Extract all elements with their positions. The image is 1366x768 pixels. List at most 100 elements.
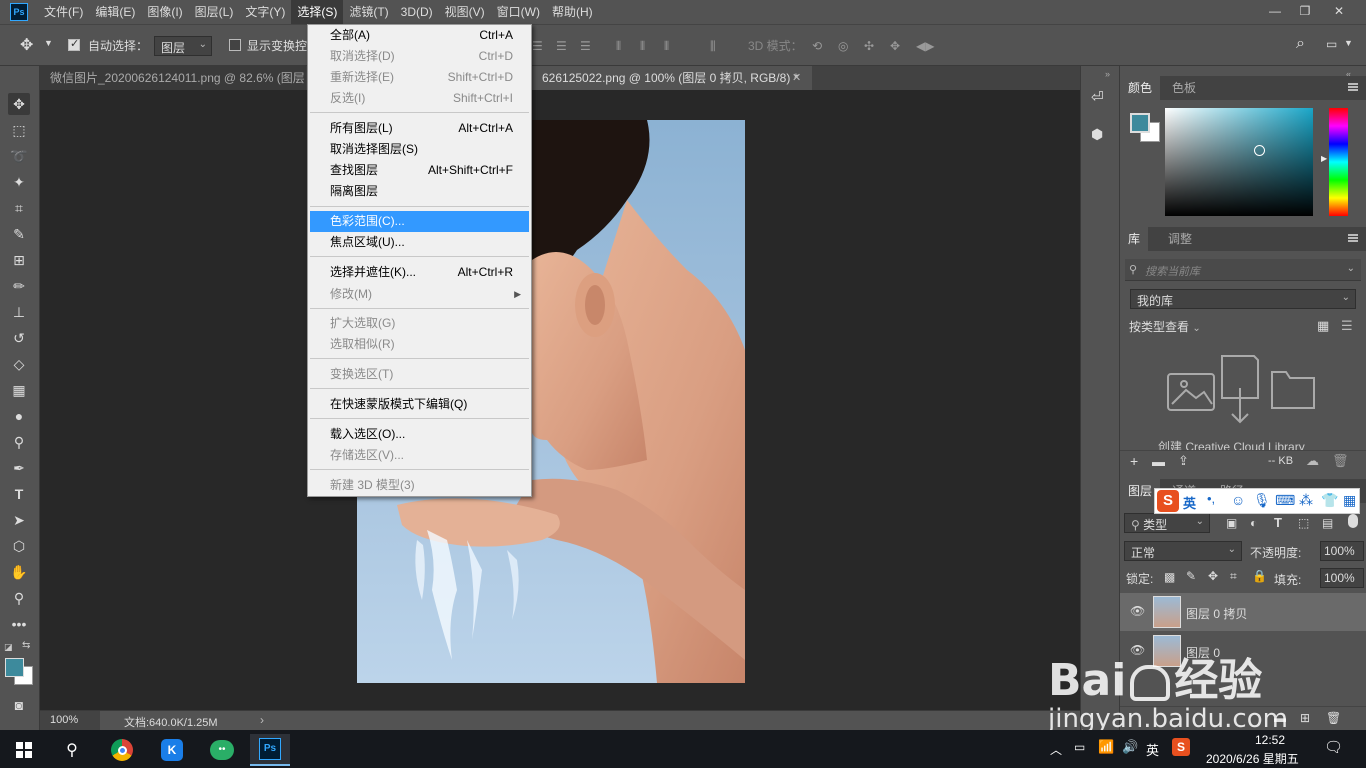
emoji-icon[interactable]: ☺ bbox=[1231, 492, 1245, 508]
lock-artboard-icon[interactable]: ⌗ bbox=[1230, 569, 1237, 584]
lock-position-icon[interactable]: ✥ bbox=[1208, 569, 1218, 583]
more-tools-icon[interactable]: ••• bbox=[8, 613, 30, 635]
history-brush-tool-icon[interactable]: ↺ bbox=[8, 327, 30, 349]
foreground-color-swatch[interactable] bbox=[5, 658, 24, 677]
sogou-tray-icon[interactable]: S bbox=[1172, 738, 1190, 756]
menu-item-find-layers[interactable]: 查找图层 Alt+Shift+Ctrl+F bbox=[310, 160, 529, 181]
menu-window[interactable]: 窗口(W) bbox=[491, 0, 546, 24]
shape-tool-icon[interactable]: ⬡ bbox=[8, 535, 30, 557]
hue-slider[interactable] bbox=[1329, 108, 1348, 216]
clock-time[interactable]: 12:52 bbox=[1240, 733, 1300, 747]
library-search-field[interactable]: ⚲ 搜索当前库 ⌄ bbox=[1125, 259, 1361, 281]
search-icon[interactable]: ⌕ bbox=[1296, 35, 1305, 53]
tab-color[interactable]: 颜色 bbox=[1120, 76, 1161, 100]
grid-view-icon[interactable]: ▦ bbox=[1317, 318, 1329, 334]
search-icon[interactable]: ⚲ bbox=[52, 734, 92, 766]
filter-adjustment-icon[interactable]: ◐ bbox=[1250, 516, 1257, 530]
layer-name[interactable]: 图层 0 拷贝 bbox=[1186, 605, 1247, 622]
align-vcenter-icon[interactable]: ☰ bbox=[556, 39, 570, 53]
eye-icon[interactable]: 👁 bbox=[1130, 604, 1145, 618]
view-by-type[interactable]: 按类型查看 ⌄ bbox=[1129, 318, 1201, 335]
volume-icon[interactable]: 🔊 bbox=[1122, 739, 1138, 755]
healing-brush-tool-icon[interactable]: ⊞ bbox=[8, 249, 30, 271]
chevron-right-icon[interactable]: › bbox=[260, 713, 264, 727]
filter-type-icon[interactable]: T bbox=[1274, 515, 1282, 530]
close-tab-icon[interactable]: ✕ bbox=[792, 71, 801, 84]
library-select[interactable]: 我的库 ⌄ bbox=[1130, 289, 1356, 309]
taskbar-ime-lang[interactable]: 英 bbox=[1146, 740, 1159, 759]
canvas-area[interactable] bbox=[40, 90, 1080, 710]
menu-item-quick-mask[interactable]: 在快速蒙版模式下编辑(Q) bbox=[310, 394, 529, 415]
quick-mask-icon[interactable]: ◙ bbox=[8, 694, 30, 716]
3d-rotate-icon[interactable]: ⟲ bbox=[812, 39, 832, 53]
zoom-level[interactable]: 100% bbox=[40, 711, 100, 730]
move-tool-icon[interactable]: ✥ bbox=[8, 93, 30, 115]
dodge-tool-icon[interactable]: ⚲ bbox=[8, 431, 30, 453]
fg-color-chip[interactable] bbox=[1130, 113, 1150, 133]
workspace-icon[interactable]: ▭ bbox=[1326, 37, 1337, 51]
auto-select-checkbox[interactable] bbox=[68, 37, 80, 51]
menu-item-color-range[interactable]: 色彩范围(C)... bbox=[310, 211, 529, 232]
menu-item-transform-selection[interactable]: 变换选区(T) bbox=[310, 364, 529, 385]
taskbar-wechat[interactable]: •• bbox=[202, 734, 242, 766]
tab-document-1[interactable]: 微信图片_20200626124011.png @ 82.6% (图层 bbox=[40, 66, 306, 90]
opacity-field[interactable]: 100% bbox=[1320, 541, 1364, 561]
brush-tool-icon[interactable]: ✏ bbox=[8, 275, 30, 297]
battery-icon[interactable]: ▭ bbox=[1074, 740, 1085, 754]
menu-item-modify[interactable]: 修改(M) ▶ bbox=[310, 284, 529, 305]
panel-menu-icon[interactable] bbox=[1348, 83, 1358, 91]
folder-icon[interactable]: ▬ bbox=[1152, 454, 1165, 469]
taskbar-chrome[interactable] bbox=[102, 734, 142, 766]
magic-wand-tool-icon[interactable]: ✦ bbox=[8, 171, 30, 193]
menu-item-grow[interactable]: 扩大选取(G) bbox=[310, 313, 529, 334]
show-transform-checkbox[interactable] bbox=[229, 39, 241, 51]
layer-row[interactable]: 👁 图层 0 拷贝 bbox=[1120, 593, 1366, 631]
list-view-icon[interactable]: ☰ bbox=[1341, 318, 1353, 334]
wifi-icon[interactable]: 📶 bbox=[1098, 739, 1114, 755]
clone-stamp-tool-icon[interactable]: ⊥ bbox=[8, 301, 30, 323]
3d-scale-icon[interactable]: ◀▶ bbox=[916, 39, 936, 53]
zoom-tool-icon[interactable]: ⚲ bbox=[8, 587, 30, 609]
lock-transparent-icon[interactable]: ▩ bbox=[1164, 570, 1175, 584]
menu-item-reselect[interactable]: 重新选择(E) Shift+Ctrl+D bbox=[310, 67, 529, 88]
ime-lang-toggle[interactable]: 英 bbox=[1183, 493, 1196, 512]
menu-item-select-and-mask[interactable]: 选择并遮住(K)... Alt+Ctrl+R bbox=[310, 262, 529, 283]
menu-item-save-selection[interactable]: 存储选区(V)... bbox=[310, 445, 529, 466]
keyboard-icon[interactable]: ⌨ bbox=[1275, 492, 1295, 509]
grid-menu-icon[interactable]: ▦ bbox=[1343, 492, 1356, 509]
menu-3d[interactable]: 3D(D) bbox=[395, 0, 439, 24]
hand-tool-icon[interactable]: ✋ bbox=[8, 561, 30, 583]
menu-view[interactable]: 视图(V) bbox=[439, 0, 491, 24]
menu-item-deselect[interactable]: 取消选择(D) Ctrl+D bbox=[310, 46, 529, 67]
menu-edit[interactable]: 编辑(E) bbox=[89, 0, 141, 24]
auto-select-target-dropdown[interactable]: 图层 ⌄ bbox=[154, 36, 212, 56]
tab-swatches[interactable]: 色板 bbox=[1164, 76, 1204, 100]
panel-menu-icon[interactable] bbox=[1348, 234, 1358, 242]
expand-icon[interactable]: » bbox=[1105, 69, 1110, 79]
filter-pixel-icon[interactable]: ▣ bbox=[1226, 516, 1237, 530]
menu-item-new-3d-model[interactable]: 新建 3D 模型(3) bbox=[310, 475, 529, 496]
tab-library[interactable]: 库 bbox=[1120, 227, 1149, 251]
type-tool-icon[interactable]: T bbox=[8, 483, 30, 505]
move-tool-icon[interactable]: ✥ bbox=[20, 35, 33, 55]
menu-type[interactable]: 文字(Y) bbox=[239, 0, 291, 24]
taskbar-photoshop[interactable]: Ps bbox=[250, 734, 290, 766]
add-icon[interactable]: + bbox=[1130, 453, 1138, 469]
align-top-icon[interactable]: ☰ bbox=[532, 39, 546, 53]
fill-field[interactable]: 100% bbox=[1320, 568, 1364, 588]
eyedropper-tool-icon[interactable]: ✎ bbox=[8, 223, 30, 245]
clock-date[interactable]: 2020/6/26 星期五 bbox=[1206, 750, 1299, 767]
chevron-up-icon[interactable]: ︿ bbox=[1050, 741, 1062, 758]
menu-layer[interactable]: 图层(L) bbox=[189, 0, 240, 24]
toolbox-icon[interactable]: ⁂ bbox=[1299, 492, 1313, 509]
microphone-icon[interactable]: 🎙 bbox=[1253, 492, 1271, 509]
filter-toggle[interactable] bbox=[1348, 514, 1358, 528]
menu-help[interactable]: 帮助(H) bbox=[546, 0, 599, 24]
color-picker-field[interactable] bbox=[1165, 108, 1313, 216]
taskbar-app-k[interactable]: K bbox=[152, 734, 192, 766]
crop-tool-icon[interactable]: ⌗ bbox=[8, 197, 30, 219]
swap-colors-icon[interactable]: ⇆ bbox=[22, 640, 30, 651]
menu-select[interactable]: 选择(S) bbox=[291, 0, 344, 24]
lock-image-icon[interactable]: ✎ bbox=[1186, 569, 1196, 583]
menu-image[interactable]: 图像(I) bbox=[141, 0, 188, 24]
